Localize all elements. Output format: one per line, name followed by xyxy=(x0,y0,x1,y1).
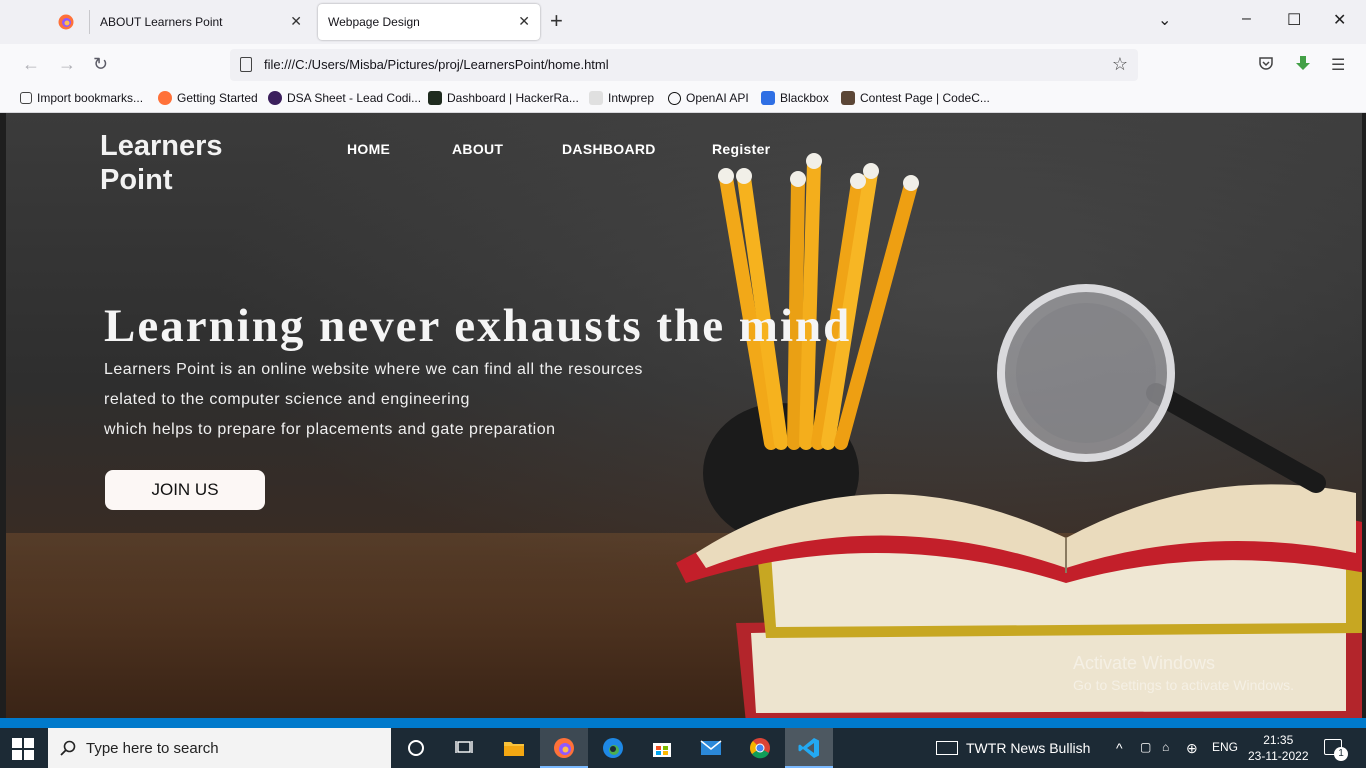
firefox-taskbar-icon[interactable] xyxy=(549,734,579,762)
news-icon xyxy=(936,741,958,755)
bookmark-label: Intwprep xyxy=(608,91,655,105)
firefox-icon xyxy=(58,14,74,30)
bookmark-label: Dashboard | HackerRa... xyxy=(447,91,579,105)
edge-icon[interactable] xyxy=(598,734,628,762)
search-placeholder: Type here to search xyxy=(86,739,219,757)
page-icon xyxy=(240,57,252,72)
tab-webpage-design[interactable]: Webpage Design ✕ xyxy=(318,4,540,40)
bookmark-label: Import bookmarks... xyxy=(37,91,144,105)
notification-center-icon[interactable]: 1 xyxy=(1324,739,1348,761)
nav-register-link[interactable]: Register xyxy=(712,141,770,157)
back-arrow-icon[interactable]: ← xyxy=(22,54,40,74)
hero-description-line: Learners Point is an online website wher… xyxy=(104,361,643,378)
notification-count-badge: 1 xyxy=(1334,747,1348,761)
bookmark-hackerrank[interactable]: Dashboard | HackerRa... xyxy=(428,91,579,105)
site-brand-logo[interactable]: Learners Point xyxy=(100,129,300,197)
url-text[interactable]: file:///C:/Users/Misba/Pictures/proj/Lea… xyxy=(264,57,609,72)
bookmark-intwprep[interactable]: Intwprep xyxy=(589,91,654,105)
bookmark-label: Getting Started xyxy=(177,91,258,105)
navigation-toolbar: ← → ↻ file:///C:/Users/Misba/Pictures/pr… xyxy=(0,44,1366,86)
tab-bar: ABOUT Learners Point ✕ Webpage Design ✕ … xyxy=(0,0,1366,44)
bookmark-label: Blackbox xyxy=(780,91,829,105)
tab-about-learners-point[interactable]: ABOUT Learners Point ✕ xyxy=(90,4,312,40)
hero-description-line: related to the computer science and engi… xyxy=(104,391,470,408)
chrome-icon[interactable] xyxy=(745,734,775,762)
bookmarks-toolbar: Import bookmarks... Getting Started DSA … xyxy=(0,86,1366,113)
import-icon xyxy=(20,92,32,104)
bookmark-getting-started[interactable]: Getting Started xyxy=(158,91,258,105)
bookmark-label: Contest Page | CodeC... xyxy=(860,91,990,105)
clock-time: 21:35 xyxy=(1263,733,1294,747)
search-icon xyxy=(60,740,76,756)
hero-description-line: which helps to prepare for placements an… xyxy=(104,421,556,438)
bookmark-star-icon[interactable]: ☆ xyxy=(1112,54,1128,75)
forward-arrow-icon[interactable]: → xyxy=(58,54,76,74)
leadcoding-icon xyxy=(268,91,282,105)
windows-taskbar: Type here to search TWTR News Bullish ^ … xyxy=(0,728,1366,768)
windows-start-icon[interactable] xyxy=(12,738,34,760)
join-us-button[interactable]: JOIN US xyxy=(105,470,265,510)
activate-windows-title: Activate Windows xyxy=(1073,653,1216,673)
nav-about-link[interactable]: ABOUT xyxy=(452,141,503,157)
globe-icon[interactable]: ⊕ xyxy=(1186,740,1198,757)
cortana-icon[interactable] xyxy=(401,734,431,762)
pocket-icon[interactable] xyxy=(1258,55,1274,76)
reload-icon[interactable]: ↻ xyxy=(93,54,108,74)
close-tab-icon[interactable]: ✕ xyxy=(518,13,530,30)
page-viewport: Learners Point HOME ABOUT DASHBOARD Regi… xyxy=(6,113,1362,718)
show-hidden-icons-chevron-icon[interactable]: ^ xyxy=(1116,740,1123,756)
microsoft-store-icon[interactable] xyxy=(647,734,677,762)
minimize-icon[interactable]: – xyxy=(1242,10,1251,28)
new-tab-button[interactable]: + xyxy=(550,10,563,32)
bookmark-label: DSA Sheet - Lead Codi... xyxy=(287,91,422,105)
news-text: TWTR News Bullish xyxy=(966,740,1091,756)
maximize-icon[interactable]: ☐ xyxy=(1287,10,1301,30)
close-tab-icon[interactable]: ✕ xyxy=(290,13,302,30)
nav-dashboard-link[interactable]: DASHBOARD xyxy=(562,141,656,157)
bookmark-dsa-sheet[interactable]: DSA Sheet - Lead Codi... xyxy=(268,91,421,105)
openai-icon xyxy=(668,91,681,105)
firefox-tab-icon[interactable] xyxy=(44,2,88,42)
bookmark-codechef[interactable]: Contest Page | CodeC... xyxy=(841,91,990,105)
firefox-icon xyxy=(158,91,172,105)
blackbox-icon xyxy=(761,91,775,105)
meet-now-icon[interactable]: ▢ xyxy=(1140,740,1151,754)
menu-icon[interactable]: ☰ xyxy=(1331,55,1345,75)
network-icon[interactable]: ⌂ xyxy=(1162,740,1169,754)
vscode-icon[interactable] xyxy=(794,734,824,762)
clock-date: 23-11-2022 xyxy=(1248,749,1309,763)
hackerrank-icon xyxy=(428,91,442,105)
bookmark-label: OpenAI API xyxy=(686,91,749,105)
bookmark-blackbox[interactable]: Blackbox xyxy=(761,91,829,105)
tab-label: Webpage Design xyxy=(328,15,420,29)
bookmark-openai[interactable]: OpenAI API xyxy=(668,91,749,105)
mail-icon[interactable] xyxy=(696,734,726,762)
close-window-icon[interactable]: ✕ xyxy=(1333,10,1346,30)
activate-windows-subtitle: Go to Settings to activate Windows. xyxy=(1073,677,1294,693)
editor-status-bar xyxy=(0,718,1366,728)
download-icon[interactable] xyxy=(1294,55,1312,78)
intwprep-icon xyxy=(589,91,603,105)
taskbar-search-box[interactable]: Type here to search xyxy=(48,728,391,768)
nav-home-link[interactable]: HOME xyxy=(347,141,390,157)
bookmark-import[interactable]: Import bookmarks... xyxy=(20,91,143,105)
task-view-icon[interactable] xyxy=(449,734,479,762)
tab-label: ABOUT Learners Point xyxy=(100,15,223,29)
system-clock[interactable]: 21:35 23-11-2022 xyxy=(1248,732,1309,764)
address-bar[interactable]: file:///C:/Users/Misba/Pictures/proj/Lea… xyxy=(230,49,1138,81)
tab-list-chevron-icon[interactable]: ⌄ xyxy=(1158,10,1171,30)
hero-headline: Learning never exhausts the mind xyxy=(104,300,852,352)
file-explorer-icon[interactable] xyxy=(499,734,529,762)
language-indicator[interactable]: ENG xyxy=(1212,740,1238,754)
books-pencils-illustration xyxy=(676,153,1362,718)
codechef-icon xyxy=(841,91,855,105)
news-widget[interactable]: TWTR News Bullish xyxy=(936,740,1090,756)
